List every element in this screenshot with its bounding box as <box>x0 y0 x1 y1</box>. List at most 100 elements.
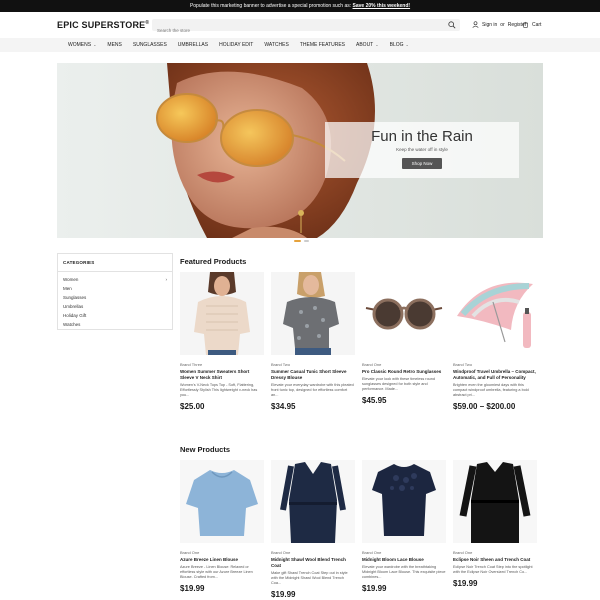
hero-banner[interactable]: Fun in the Rain Keep the water off in st… <box>57 63 543 238</box>
product-description: Elevate your look with these timeless ro… <box>362 377 436 391</box>
nav-item-label: WATCHES <box>264 42 289 48</box>
product-image[interactable] <box>271 460 355 543</box>
product-image[interactable] <box>180 272 264 355</box>
logo-mark: ® <box>145 20 150 26</box>
nav-item-umbrellas[interactable]: UMBRELLAS <box>178 38 208 52</box>
nav-item-label: THEME FEATURES <box>299 42 346 48</box>
nav-item-about[interactable]: ABOUT ⌄ <box>356 38 379 52</box>
product-image[interactable] <box>271 272 355 355</box>
cart-link[interactable]: Cart <box>522 21 541 28</box>
product-brand: Brand Two <box>271 362 291 367</box>
search-bar <box>152 19 460 37</box>
product-description: Elevate your wardrobe with the breathtak… <box>362 565 446 579</box>
product-name[interactable]: Pro Classic Round Retro Sunglasses <box>362 369 446 375</box>
hero-title: Fun in the Rain <box>371 128 473 145</box>
product-card[interactable]: Brand Three Women Summer Sweaters Short S… <box>180 272 264 411</box>
logo-text: EPIC SUPERSTORE <box>57 20 146 30</box>
nav-item-blog[interactable]: BLOG ⌄ <box>390 38 409 52</box>
product-price: $25.00 <box>180 402 205 411</box>
promo-link[interactable]: Save 20% this weekend! <box>353 3 411 9</box>
product-description: Elevate your everyday wardrobe with this… <box>271 383 354 397</box>
product-name[interactable]: Midnight Shawl Wool Blend Trench Coat <box>271 557 355 569</box>
store-logo[interactable]: EPIC SUPERSTORE® <box>57 20 149 30</box>
nav-item-label: WOMENS <box>68 42 92 48</box>
product-brand: Brand One <box>180 550 200 555</box>
product-description: Azure Breeze - Linen Blouse: Relaxed or … <box>180 565 253 579</box>
product-image[interactable] <box>453 460 537 543</box>
nav-item-sunglasses[interactable]: SUNGLASSES <box>133 38 167 52</box>
product-card[interactable]: Brand One Eclipse Noir Sheen and Trench C… <box>453 460 537 588</box>
signin-link[interactable]: Sign in <box>482 22 497 28</box>
nav-item-mens[interactable]: MENS <box>107 38 121 52</box>
cart-label: Cart <box>532 21 542 28</box>
nav-item-label: HOLIDAY EDIT <box>219 42 254 48</box>
product-image[interactable] <box>362 272 446 355</box>
product-card[interactable]: Brand Two Summer Casual Tunic Short Sleev… <box>271 272 355 411</box>
search-input[interactable] <box>152 24 432 37</box>
category-item[interactable]: Watches <box>63 320 167 329</box>
main-nav: WOMENS ⌄ MENS SUNGLASSES UMBRELLAS HOLIDAY ED… <box>0 38 600 52</box>
product-brand: Brand One <box>453 550 473 555</box>
nav-item-label: ABOUT <box>356 42 374 48</box>
carousel-dots <box>294 240 309 242</box>
nav-item-label: BLOG <box>389 42 404 48</box>
product-description: Women's V-Neck Tops Top - Soft, Flatteri… <box>180 383 258 397</box>
site-header: EPIC SUPERSTORE® Sign in or Register Car… <box>0 12 600 38</box>
product-price: $34.95 <box>271 402 296 411</box>
user-icon <box>472 21 479 28</box>
product-name[interactable]: Azure Breeze Linen Blouse <box>180 557 264 563</box>
product-price: $19.99 <box>453 579 478 588</box>
account-links: Sign in or Register <box>472 21 526 28</box>
category-label: Watches <box>63 322 81 327</box>
category-item[interactable]: Umbrellas <box>63 302 167 311</box>
product-card[interactable]: Brand One Pro Classic Round Retro Sunglas… <box>362 272 446 405</box>
product-card[interactable]: Brand One Midnight Bloom Lace Blouse Eleva… <box>362 460 446 593</box>
new-products-title: New Products <box>180 445 231 454</box>
product-brand: Brand One <box>271 550 291 555</box>
featured-title: Featured Products <box>180 257 247 266</box>
carousel-dot-2[interactable] <box>304 240 309 242</box>
product-description: Make gift Shawl Trench Coat Step out in … <box>271 571 348 585</box>
category-label: Holiday Gift <box>63 313 87 318</box>
cart-icon <box>523 21 528 28</box>
categories-heading: CATEGORIES <box>58 254 172 272</box>
nav-item-womens[interactable]: WOMENS ⌄ <box>68 38 96 52</box>
nav-item-watches[interactable]: WATCHES <box>264 38 288 52</box>
product-card[interactable]: Brand One Azure Breeze Linen Blouse Azure … <box>180 460 264 593</box>
product-price: $59.00 – $200.00 <box>453 402 516 411</box>
search-icon[interactable] <box>448 21 456 29</box>
category-item[interactable]: Women › <box>63 275 167 284</box>
product-price: $19.99 <box>180 584 205 593</box>
shop-now-button[interactable]: Shop Now <box>401 158 443 169</box>
product-card[interactable]: Brand One Midnight Shawl Wool Blend Trenc… <box>271 460 355 599</box>
product-brand: Brand Three <box>180 362 203 367</box>
product-image[interactable] <box>180 460 264 543</box>
nav-item-holiday-edit[interactable]: HOLIDAY EDIT <box>219 38 253 52</box>
categories-list: Women › Men Sunglasses Umbrellas Holiday Gift… <box>58 272 172 332</box>
product-description: Eclipse Noir Trench Coat Step into the s… <box>453 565 533 574</box>
nav-item-theme-features[interactable]: THEME FEATURES <box>300 38 345 52</box>
product-name[interactable]: Women Summer Sweaters Short Sleeve V Nec… <box>180 369 264 381</box>
nav-item-label: SUNGLASSES <box>132 42 167 48</box>
category-item[interactable]: Sunglasses <box>63 293 167 302</box>
nav-item-label: UMBRELLAS <box>177 42 209 48</box>
product-name[interactable]: Eclipse Noir Sheen and Trench Coat <box>453 557 537 563</box>
product-image[interactable] <box>362 460 446 543</box>
or-text: or <box>500 21 505 28</box>
category-item[interactable]: Holiday Gift <box>63 311 167 320</box>
product-brand: Brand One <box>362 362 382 367</box>
product-card[interactable]: Brand Two Windproof Travel Umbrella – Com… <box>453 272 537 411</box>
product-price: $19.99 <box>362 584 387 593</box>
category-item[interactable]: Men <box>63 284 167 293</box>
product-image[interactable] <box>453 272 537 355</box>
hero-subtitle: Keep the water off in style <box>396 147 448 152</box>
carousel-dot-1[interactable] <box>294 240 301 242</box>
product-name[interactable]: Windproof Travel Umbrella – Compact, Aut… <box>453 369 537 381</box>
product-price: $45.95 <box>362 396 387 405</box>
chevron-right-icon: › <box>165 277 168 282</box>
promo-banner: Populate this marketing banner to advert… <box>0 0 600 12</box>
product-name[interactable]: Midnight Bloom Lace Blouse <box>362 557 446 563</box>
nav-item-label: MENS <box>107 42 122 48</box>
product-name[interactable]: Summer Casual Tunic Short Sleeve Dressy … <box>271 369 355 381</box>
product-price: $19.99 <box>271 590 296 599</box>
